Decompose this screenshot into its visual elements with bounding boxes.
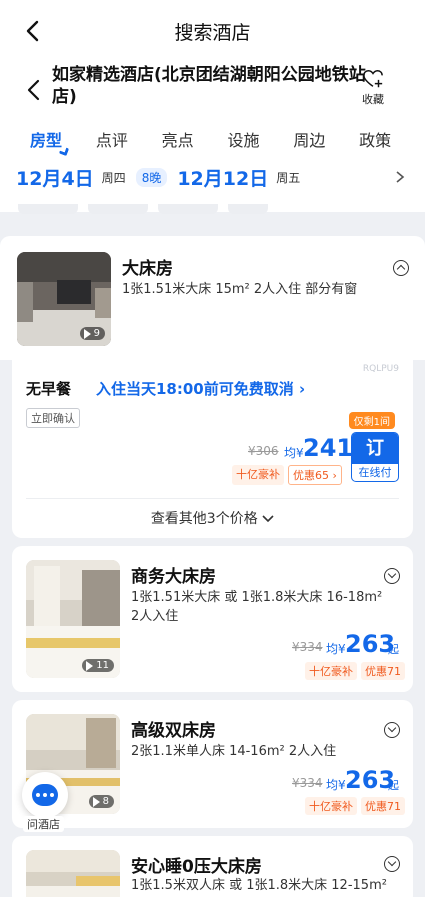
instant-confirm-badge: 立即确认 [26,408,80,428]
original-price: ¥306 [248,444,279,458]
rooms-left-badge: 仅剩1间 [348,412,395,429]
date-selector[interactable]: 12月4日 周四 8晚 12月12日 周五 [0,160,425,194]
video-badge: 9 [79,327,105,340]
book-button[interactable]: 订 在线付 [351,432,399,482]
room-photo[interactable] [26,850,120,897]
chat-bubble-icon [32,784,58,806]
filter-chip-shadow [18,204,78,214]
room-name: 大床房 [122,259,173,279]
video-count: 8 [102,796,109,807]
filter-chip-shadow [88,204,148,214]
room-card[interactable]: 8 高级双床房 2张1.1米单人床 14-16m² 2人入住 ¥334 均¥ 2… [12,700,413,828]
tab-label: 房型 [30,131,63,150]
heart-plus-icon [363,70,383,88]
ask-hotel-label: 问酒店 [23,816,64,832]
expand-icon[interactable] [384,856,400,872]
video-badge: 11 [82,659,114,672]
video-count: 9 [93,328,100,339]
price-from-label: 起 [388,643,399,656]
book-label: 订 [352,433,398,464]
tab-policy[interactable]: 政策 [359,127,425,151]
play-icon [92,796,100,807]
collapse-icon[interactable] [393,260,409,276]
avg-price-label: 均¥ [326,778,346,792]
original-price: ¥334 [292,776,323,790]
original-price: ¥334 [292,640,323,654]
tab-nearby[interactable]: 周边 [293,127,359,151]
subsidy-tag: 十亿豪补 [305,797,357,815]
hotel-name: 如家精选酒店(北京团结湖朝阳公园地铁站店) [52,65,366,107]
filter-chip-shadow [158,204,218,214]
favorite-button[interactable]: 收藏 [357,68,389,107]
rate-plan-card: RQLPU9 无早餐 入住当天18:00前可免费取消 › 立即确认 仅剩1间 ¥… [12,360,413,538]
subsidy-tag: 十亿豪补 [305,662,357,680]
room-desc: 1张1.5米双人床 或 1张1.8米大床 12-15m² [131,878,387,893]
tab-reviews[interactable]: 点评 [96,127,162,151]
ask-hotel-button[interactable] [22,772,68,818]
checkin-date: 12月4日 [16,167,94,190]
top-navbar: 搜索酒店 [0,0,425,62]
page-title: 搜索酒店 [174,21,251,44]
chevron-right-icon [396,171,405,183]
pay-online-label: 在线付 [358,466,392,479]
tab-room-type[interactable]: 房型 [30,127,96,157]
tab-highlights[interactable]: 亮点 [162,127,228,151]
more-prices-label: 查看其他3个价格 [150,511,258,527]
room-name: 商务大床房 [131,567,216,587]
divider [26,498,399,499]
checkout-weekday: 周五 [276,170,301,185]
chevron-down-icon [262,515,274,523]
checkout-date: 12月12日 [177,167,269,190]
room-name: 安心睡0压大床房 [131,857,262,877]
room-card[interactable]: 安心睡0压大床房 1张1.5米双人床 或 1张1.8米大床 12-15m² [12,836,413,897]
room-card[interactable]: 11 商务大床房 1张1.51米大床 或 1张1.8米大床 16-18m² 2人… [12,546,413,692]
avg-price-label: 均¥ [326,642,346,656]
checkin-weekday: 周四 [101,170,126,185]
room-desc: 2张1.1米单人床 14-16m² 2人入住 [131,744,337,759]
promo-tags: 十亿豪补 优惠65 › [232,465,342,485]
room-photo[interactable]: 11 [26,560,120,678]
expand-icon[interactable] [384,568,400,584]
hotel-name-row: 如家精选酒店(北京团结湖朝阳公园地铁站店) 收藏 [0,62,425,118]
tab-facilities[interactable]: 设施 [227,127,293,151]
watermark: RQLPU9 [362,364,399,374]
active-tab-indicator [58,145,70,157]
cancel-policy-link[interactable]: 入住当天18:00前可免费取消 › [96,378,305,399]
more-prices-link[interactable]: 查看其他3个价格 [12,508,413,528]
avg-price-label: 均¥ [284,446,304,460]
meal-label: 无早餐 [26,380,72,398]
promo-tags: 十亿豪补 优惠71 [305,662,405,680]
price-value: 241 [303,434,354,462]
section-tabs: 房型 点评 亮点 设施 周边 政策 [0,118,425,160]
video-badge: 8 [88,795,114,808]
price-from-label: 起 [388,779,399,792]
room-photo[interactable]: 9 [17,252,111,346]
back-arrow-icon[interactable] [20,18,46,44]
header-area: 搜索酒店 如家精选酒店(北京团结湖朝阳公园地铁站店) 收藏 房型 点评 亮点 设… [0,0,425,212]
nights-badge: 8晚 [135,167,168,187]
expand-icon[interactable] [384,722,400,738]
chevron-left-icon[interactable] [24,78,44,102]
discount-tag: 优惠71 [361,662,405,680]
room-desc: 1张1.51米大床 15m² 2人入住 部分有窗 [122,282,358,297]
room-desc: 1张1.51米大床 或 1张1.8米大床 16-18m² 2人入住 [131,590,383,624]
filter-chip-shadow [228,204,268,214]
room-card-expanded[interactable]: 9 大床房 1张1.51米大床 15m² 2人入住 部分有窗 [0,236,425,360]
favorite-label: 收藏 [362,93,384,106]
play-icon [86,660,94,671]
play-icon [83,328,91,339]
promo-tags: 十亿豪补 优惠71 [305,797,405,815]
discount-tag[interactable]: 优惠65 › [288,465,342,485]
room-name: 高级双床房 [131,721,216,741]
video-count: 11 [96,660,109,671]
discount-tag: 优惠71 [361,797,405,815]
subsidy-tag: 十亿豪补 [232,465,284,485]
